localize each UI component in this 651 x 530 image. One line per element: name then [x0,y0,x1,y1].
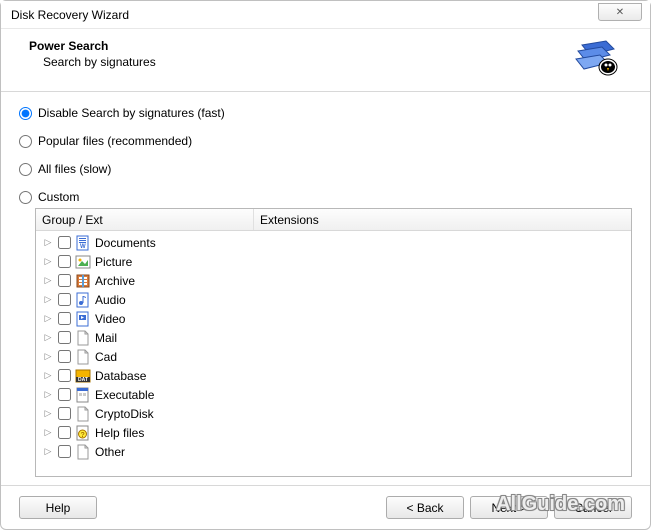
tree-row[interactable]: ▷ Other [36,442,631,461]
tree-row[interactable]: ▷ Executable [36,385,631,404]
expander-icon[interactable]: ▷ [42,408,54,420]
row-label: Other [95,445,125,459]
footer: Help < Back Next > Cancel [1,485,650,529]
row-checkbox[interactable] [58,331,71,344]
blank-icon [75,349,91,365]
row-checkbox[interactable] [58,445,71,458]
row-checkbox[interactable] [58,369,71,382]
option-all-files[interactable]: All files (slow) [19,162,632,176]
pic-icon [75,254,91,270]
header-icon [574,39,622,79]
cancel-button[interactable]: Cancel [554,496,632,519]
row-checkbox[interactable] [58,236,71,249]
radio-all[interactable] [19,163,32,176]
row-checkbox[interactable] [58,255,71,268]
tree-row[interactable]: ▷ Mail [36,328,631,347]
vid-icon [75,311,91,327]
row-checkbox[interactable] [58,407,71,420]
nav-buttons: < Back Next > Cancel [386,496,632,519]
doc-icon: W [75,235,91,251]
option-label: Popular files (recommended) [38,134,192,148]
close-icon: ✕ [616,7,624,18]
column-group[interactable]: Group / Ext [36,209,254,230]
row-label: Documents [95,236,156,250]
row-label: Mail [95,331,117,345]
expander-icon[interactable]: ▷ [42,332,54,344]
help-button[interactable]: Help [19,496,97,519]
blank-icon [75,330,91,346]
tree-body[interactable]: ▷ W Documents ▷ Picture ▷ Archive ▷ Audi… [36,231,631,476]
expander-icon[interactable]: ▷ [42,351,54,363]
expander-icon[interactable]: ▷ [42,370,54,382]
tree-row[interactable]: ▷ W Documents [36,233,631,252]
option-popular-files[interactable]: Popular files (recommended) [19,134,632,148]
back-button[interactable]: < Back [386,496,464,519]
titlebar: Disk Recovery Wizard ✕ [1,1,650,29]
row-label: Video [95,312,125,326]
blank-icon [75,444,91,460]
row-checkbox[interactable] [58,312,71,325]
blank-icon [75,406,91,422]
expander-icon[interactable]: ▷ [42,427,54,439]
next-button[interactable]: Next > [470,496,548,519]
row-label: Audio [95,293,126,307]
file-type-tree: Group / Ext Extensions ▷ W Documents ▷ P… [35,208,632,477]
expander-icon[interactable]: ▷ [42,446,54,458]
tree-header: Group / Ext Extensions [36,209,631,231]
tree-row[interactable]: ▷ Archive [36,271,631,290]
radio-custom[interactable] [19,191,32,204]
page-title: Power Search [29,39,156,53]
tree-row[interactable]: ▷ Video [36,309,631,328]
row-checkbox[interactable] [58,274,71,287]
row-checkbox[interactable] [58,388,71,401]
row-label: Cad [95,350,117,364]
tree-row[interactable]: ▷ Audio [36,290,631,309]
row-checkbox[interactable] [58,426,71,439]
arc-icon [75,273,91,289]
help-icon: ? [75,425,91,441]
row-checkbox[interactable] [58,350,71,363]
close-button[interactable]: ✕ [598,3,642,21]
option-label: All files (slow) [38,162,111,176]
radio-disable[interactable] [19,107,32,120]
option-label: Disable Search by signatures (fast) [38,106,225,120]
wizard-window: Disk Recovery Wizard ✕ Power Search Sear… [0,0,651,530]
expander-icon[interactable]: ▷ [42,313,54,325]
svg-text:DAT: DAT [78,377,88,383]
page-subtitle: Search by signatures [29,55,156,69]
row-checkbox[interactable] [58,293,71,306]
header-text: Power Search Search by signatures [29,39,156,69]
row-label: Picture [95,255,132,269]
row-label: CryptoDisk [95,407,154,421]
wizard-header: Power Search Search by signatures [1,29,650,92]
aud-icon [75,292,91,308]
tree-row[interactable]: ▷ CryptoDisk [36,404,631,423]
db-icon: DAT [75,368,91,384]
row-label: Help files [95,426,144,440]
row-label: Archive [95,274,135,288]
radio-popular[interactable] [19,135,32,148]
expander-icon[interactable]: ▷ [42,256,54,268]
option-label: Custom [38,190,79,204]
expander-icon[interactable]: ▷ [42,237,54,249]
window-title: Disk Recovery Wizard [11,8,129,22]
expander-icon[interactable]: ▷ [42,294,54,306]
tree-row[interactable]: ▷ DAT Database [36,366,631,385]
content-area: Disable Search by signatures (fast) Popu… [1,92,650,485]
tree-row[interactable]: ▷ Cad [36,347,631,366]
option-custom[interactable]: Custom [19,190,632,204]
option-disable-signatures[interactable]: Disable Search by signatures (fast) [19,106,632,120]
column-extensions[interactable]: Extensions [254,209,631,230]
svg-text:W: W [80,244,86,250]
tree-row[interactable]: ▷ ? Help files [36,423,631,442]
row-label: Database [95,369,146,383]
tree-row[interactable]: ▷ Picture [36,252,631,271]
row-label: Executable [95,388,154,402]
exe-icon [75,387,91,403]
expander-icon[interactable]: ▷ [42,275,54,287]
svg-text:?: ? [81,432,85,439]
expander-icon[interactable]: ▷ [42,389,54,401]
